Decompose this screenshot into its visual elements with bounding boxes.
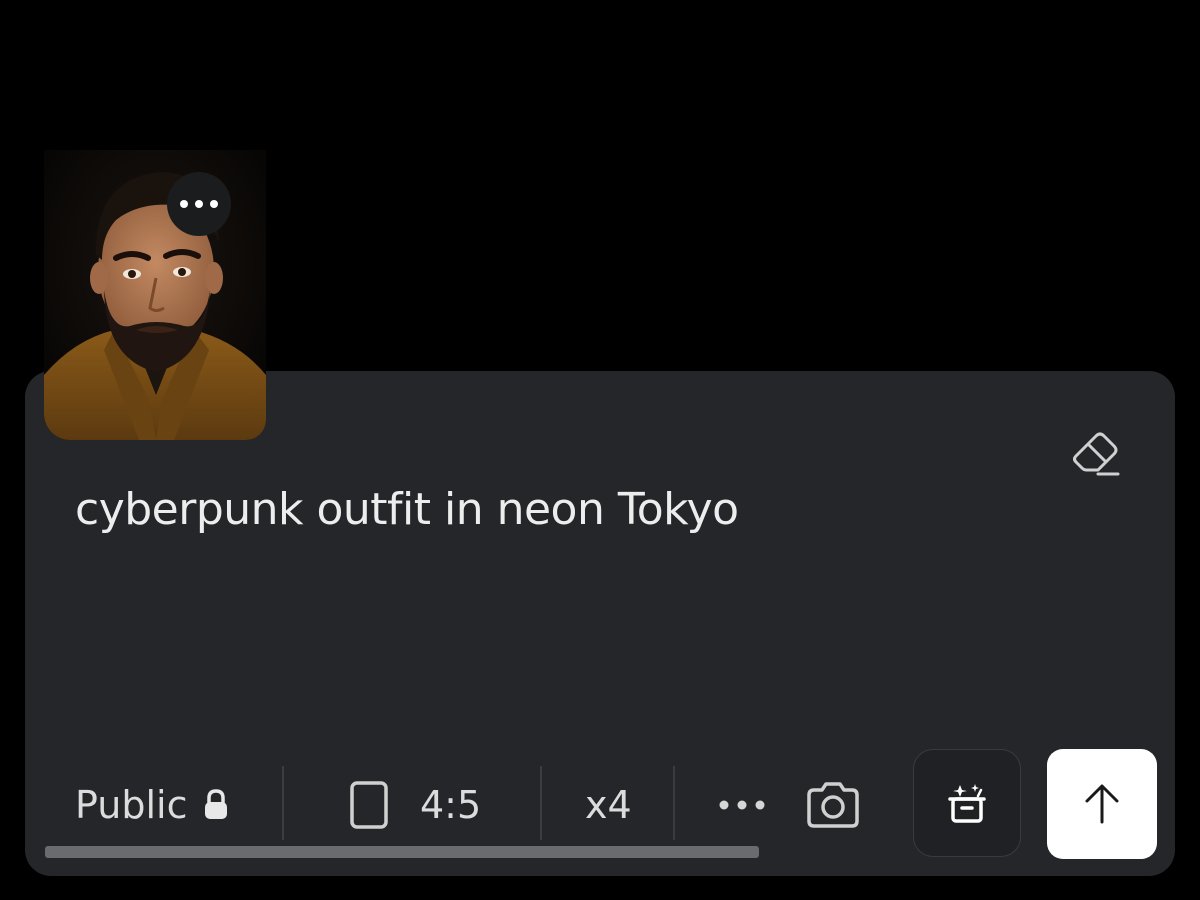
toolbar-divider (673, 766, 675, 840)
camera-button[interactable] (805, 775, 861, 835)
aspect-ratio-label: 4:5 (420, 783, 482, 827)
send-button[interactable] (1047, 749, 1157, 859)
toolbar-divider (540, 766, 542, 840)
more-options-button[interactable] (718, 775, 766, 835)
portrait-rectangle-icon (350, 781, 388, 829)
sparkle-box-icon (948, 784, 986, 823)
scrollbar-thumb[interactable] (45, 846, 759, 858)
toolbar-divider (282, 766, 284, 840)
image-count-label: x4 (585, 783, 632, 827)
prompt-text[interactable]: cyberpunk outfit in neon Tokyo (75, 484, 739, 535)
aspect-ratio-selector[interactable]: 4:5 (348, 775, 481, 835)
avatar[interactable] (44, 150, 266, 440)
visibility-label: Public (75, 783, 188, 827)
archive-button[interactable] (913, 749, 1021, 857)
arrow-up-icon (1085, 784, 1119, 824)
more-horizontal-icon (180, 200, 218, 208)
image-count-selector[interactable]: x4 (585, 775, 632, 835)
avatar-photo (44, 150, 266, 440)
camera-icon (807, 782, 859, 828)
avatar-more-button[interactable] (167, 172, 231, 236)
more-horizontal-icon (719, 800, 765, 810)
clear-prompt-button[interactable] (1068, 424, 1124, 480)
lock-icon (205, 789, 228, 819)
eraser-icon (1073, 432, 1120, 476)
visibility-toggle[interactable]: Public (75, 775, 231, 835)
